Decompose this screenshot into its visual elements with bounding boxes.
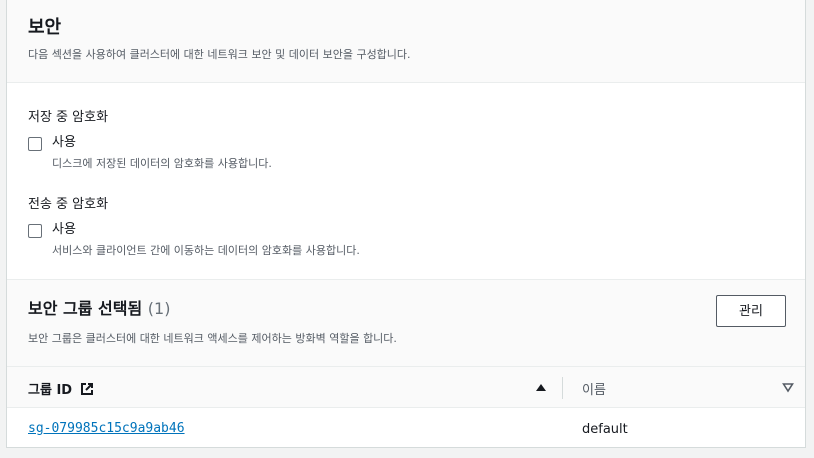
security-header: 보안 다음 섹션을 사용하여 클러스터에 대한 네트워크 보안 및 데이터 보안…	[7, 0, 805, 83]
security-groups-title-text: 보안 그룹 선택됨	[28, 299, 143, 318]
column-header-group-id-label: 그룹 ID	[28, 383, 73, 398]
caret-down-icon[interactable]	[782, 381, 794, 393]
caret-up-icon[interactable]	[535, 381, 547, 393]
encryption-in-transit-checkbox-label[interactable]: 사용	[52, 222, 360, 238]
security-groups-description: 보안 그룹은 클러스터에 대한 네트워크 액세스를 제어하는 방화벽 역할을 합…	[28, 332, 397, 345]
encryption-at-rest-label: 저장 중 암호화	[28, 110, 109, 125]
table-row: sg-079985c15c9a9ab46 default	[7, 408, 805, 448]
encryption-in-transit-label: 전송 중 암호화	[28, 197, 109, 212]
encryption-in-transit-checkbox[interactable]	[28, 224, 42, 238]
security-panel: 보안 다음 섹션을 사용하여 클러스터에 대한 네트워크 보안 및 데이터 보안…	[6, 0, 806, 448]
encryption-at-rest-checkbox[interactable]	[28, 137, 42, 151]
security-description: 다음 섹션을 사용하여 클러스터에 대한 네트워크 보안 및 데이터 보안을 구…	[28, 48, 411, 61]
encryption-at-rest-option[interactable]: 사용 디스크에 저장된 데이터의 암호화를 사용합니다.	[28, 135, 272, 171]
column-header-group-id[interactable]: 그룹 ID	[28, 379, 94, 398]
encryption-at-rest-checkbox-label[interactable]: 사용	[52, 135, 272, 151]
encryption-in-transit-section: 전송 중 암호화 사용 서비스와 클라이언트 간에 이동하는 데이터의 암호화를…	[7, 193, 360, 258]
external-link-icon[interactable]	[80, 382, 94, 396]
security-group-id-link[interactable]: sg-079985c15c9a9ab46	[28, 421, 185, 436]
security-groups-header: 보안 그룹 선택됨 (1) 보안 그룹은 클러스터에 대한 네트워크 액세스를 …	[7, 279, 805, 367]
security-title: 보안	[28, 17, 62, 38]
security-group-name: default	[582, 422, 628, 437]
encryption-at-rest-section: 저장 중 암호화 사용 디스크에 저장된 데이터의 암호화를 사용합니다.	[7, 106, 272, 171]
manage-button[interactable]: 관리	[716, 295, 786, 327]
encryption-at-rest-checkbox-description: 디스크에 저장된 데이터의 암호화를 사용합니다.	[52, 157, 272, 170]
security-groups-table-header: 그룹 ID 이름	[7, 367, 805, 408]
encryption-in-transit-option[interactable]: 사용 서비스와 클라이언트 간에 이동하는 데이터의 암호화를 사용합니다.	[28, 222, 360, 258]
security-groups-count: (1)	[147, 299, 171, 318]
security-groups-title: 보안 그룹 선택됨 (1)	[28, 298, 805, 320]
column-divider[interactable]	[562, 377, 563, 399]
column-header-name[interactable]: 이름	[582, 379, 606, 398]
encryption-in-transit-checkbox-description: 서비스와 클라이언트 간에 이동하는 데이터의 암호화를 사용합니다.	[52, 244, 360, 257]
